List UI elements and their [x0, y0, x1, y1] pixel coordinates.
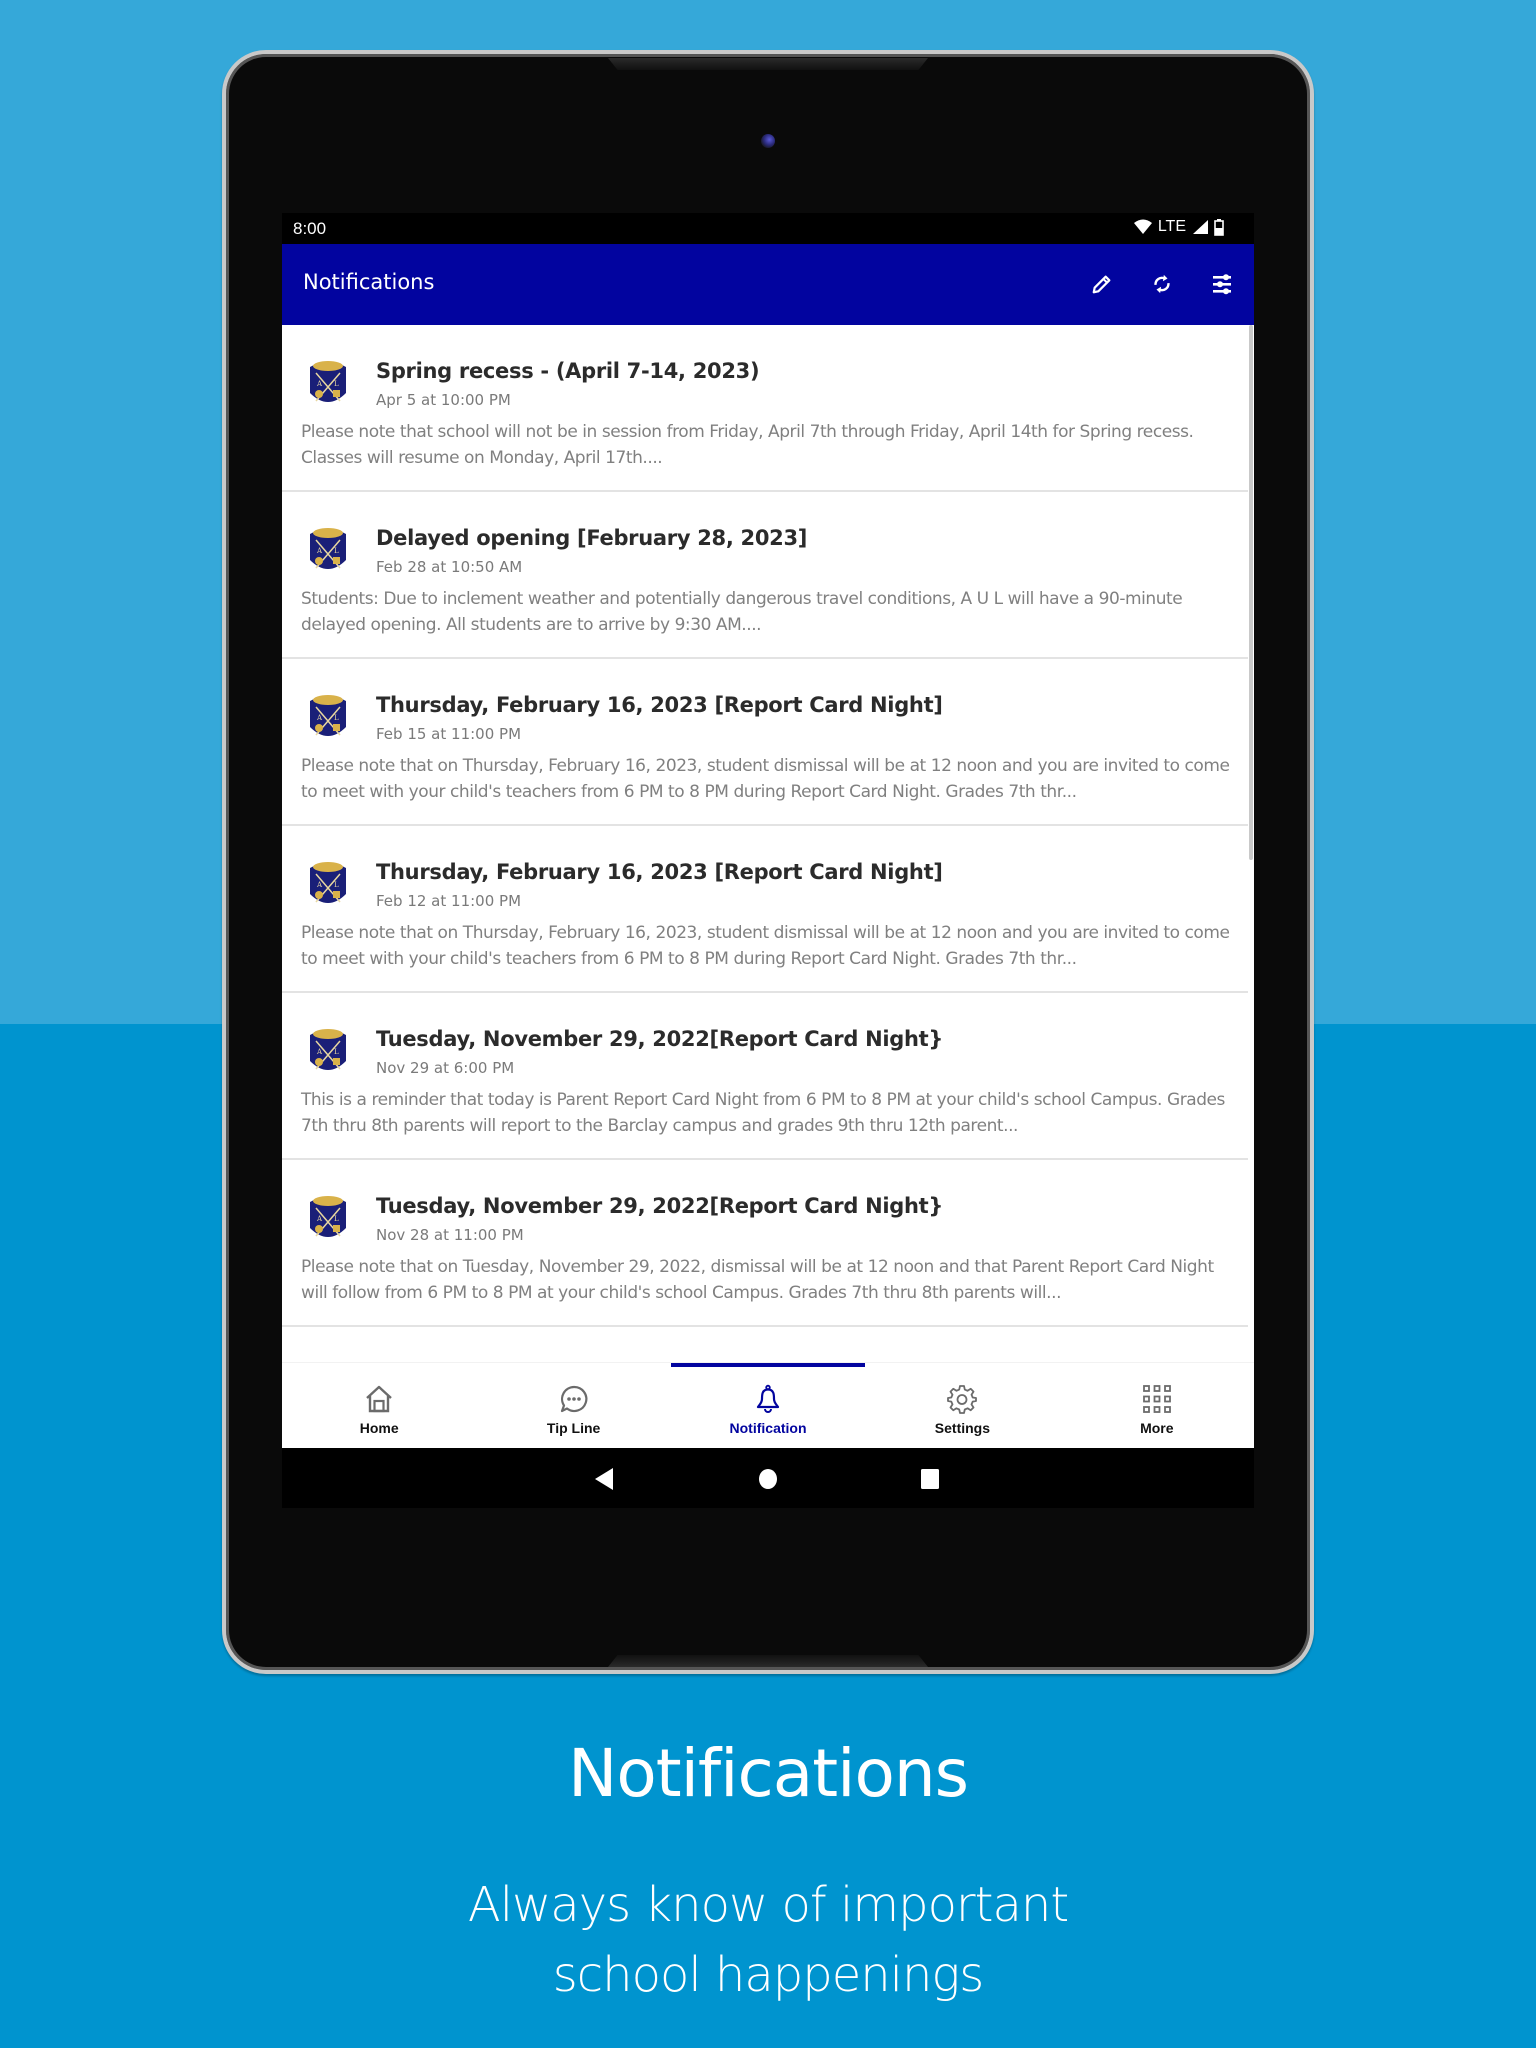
filter-icon — [1213, 274, 1231, 295]
notification-body: Please note that school will not be in s… — [301, 422, 1194, 468]
bottom-navigation: Home Tip Line Notification Settings More — [282, 1362, 1254, 1448]
svg-text:L: L — [334, 1215, 339, 1223]
chat-bubble-icon — [560, 1385, 587, 1413]
notification-title: Thursday, February 16, 2023 [Report Card… — [376, 860, 943, 884]
svg-text:L: L — [334, 547, 339, 555]
app-bar-actions — [1086, 268, 1238, 300]
school-crest-icon: A L — [310, 528, 346, 569]
notification-item[interactable]: A L Delayed opening [February 28, 2023] … — [282, 492, 1248, 659]
caption-subtitle-line-1: Always know of important — [467, 1877, 1069, 1933]
notification-list[interactable]: A L Spring recess - (April 7-14, 2023) A… — [282, 325, 1254, 1361]
device-bottom-notch — [608, 1655, 928, 1667]
home-circle-icon[interactable] — [758, 1468, 778, 1490]
svg-text:A: A — [316, 1215, 323, 1223]
svg-text:A: A — [316, 881, 323, 889]
tab-more[interactable]: More — [1060, 1363, 1254, 1449]
tab-tip-line[interactable]: Tip Line — [476, 1363, 670, 1449]
status-bar: 8:00 LTE — [282, 213, 1254, 244]
caption-subtitle: Always know of important school happenin… — [0, 1870, 1536, 2010]
signal-icon — [1193, 220, 1208, 234]
svg-text:L: L — [334, 380, 339, 388]
notification-date: Feb 15 at 11:00 PM — [376, 725, 522, 743]
svg-text:A: A — [316, 380, 323, 388]
home-icon — [366, 1385, 393, 1413]
notification-date: Apr 5 at 10:00 PM — [376, 391, 511, 409]
battery-icon — [1214, 218, 1224, 236]
notification-title: Spring recess - (April 7-14, 2023) — [376, 359, 760, 383]
tab-notification[interactable]: Notification — [670, 1363, 866, 1449]
wifi-icon — [1133, 219, 1152, 234]
school-crest-icon: A L — [310, 1029, 346, 1070]
caption-subtitle-line-2: school happenings — [552, 1947, 984, 2003]
caption-title: Notifications — [567, 1735, 969, 1812]
status-icons: LTE — [1133, 218, 1224, 236]
school-crest-icon: A L — [310, 1196, 346, 1237]
tab-label: Settings — [934, 1420, 991, 1436]
notification-body: Students: Due to inclement weather and p… — [301, 589, 1183, 635]
tab-label: Tip Line — [546, 1420, 601, 1436]
network-type: LTE — [1157, 218, 1186, 235]
notification-item[interactable]: A L Thursday, February 16, 2023 [Report … — [282, 826, 1248, 993]
notification-item[interactable]: A L Tuesday, November 29, 2022[Report Ca… — [282, 1160, 1248, 1327]
svg-text:L: L — [334, 881, 339, 889]
notification-date: Feb 12 at 11:00 PM — [376, 892, 522, 910]
bell-icon — [756, 1384, 780, 1413]
notification-date: Feb 28 at 10:50 AM — [376, 558, 523, 576]
notification-title: Thursday, February 16, 2023 [Report Card… — [376, 693, 943, 717]
svg-text:L: L — [334, 714, 339, 722]
school-crest-icon: A L — [310, 695, 346, 736]
page-title: Notifications — [303, 270, 435, 294]
refresh-icon — [1154, 274, 1170, 294]
recents-icon[interactable] — [920, 1468, 940, 1490]
edit-icon — [1092, 275, 1111, 294]
refresh-button[interactable] — [1146, 268, 1178, 300]
front-camera — [761, 134, 775, 148]
notification-body: Please note that on Thursday, February 1… — [301, 756, 1230, 802]
notification-body: This is a reminder that today is Parent … — [301, 1090, 1225, 1136]
system-navigation-bar — [282, 1448, 1254, 1508]
edit-button[interactable] — [1086, 268, 1118, 300]
grid-icon — [1142, 1385, 1171, 1413]
notification-date: Nov 29 at 6:00 PM — [376, 1059, 515, 1077]
school-crest-icon: A L — [310, 361, 346, 402]
notification-title: Delayed opening [February 28, 2023] — [376, 526, 808, 550]
tab-label: More — [1140, 1420, 1174, 1436]
gear-icon — [947, 1385, 978, 1414]
tab-label: Notification — [729, 1420, 807, 1436]
notification-item[interactable]: A L Tuesday, November 29, 2022[Report Ca… — [282, 993, 1248, 1160]
filter-button[interactable] — [1206, 268, 1238, 300]
notification-item[interactable]: A L Spring recess - (April 7-14, 2023) A… — [282, 325, 1248, 492]
app-bar: Notifications — [282, 244, 1254, 325]
notification-body: Please note that on Tuesday, November 29… — [301, 1257, 1214, 1303]
list-scrollbar[interactable] — [1249, 325, 1253, 860]
tab-label: Home — [359, 1420, 399, 1436]
svg-text:A: A — [316, 1048, 323, 1056]
school-crest-icon: A L — [310, 862, 346, 903]
notification-body: Please note that on Thursday, February 1… — [301, 923, 1230, 969]
svg-text:A: A — [316, 714, 323, 722]
tab-home[interactable]: Home — [282, 1363, 476, 1449]
status-time: 8:00 — [293, 219, 327, 238]
svg-text:L: L — [334, 1048, 339, 1056]
back-icon[interactable] — [594, 1468, 614, 1490]
notification-date: Nov 28 at 11:00 PM — [376, 1226, 524, 1244]
notification-title: Tuesday, November 29, 2022[Report Card N… — [376, 1194, 944, 1218]
svg-text:A: A — [316, 547, 323, 555]
tab-settings[interactable]: Settings — [865, 1363, 1059, 1449]
app-screen: 8:00 LTE Notifications A L Spring recess… — [282, 213, 1254, 1508]
device-top-notch — [608, 58, 928, 70]
notification-title: Tuesday, November 29, 2022[Report Card N… — [376, 1027, 944, 1051]
notification-item[interactable]: A L Thursday, February 16, 2023 [Report … — [282, 659, 1248, 826]
